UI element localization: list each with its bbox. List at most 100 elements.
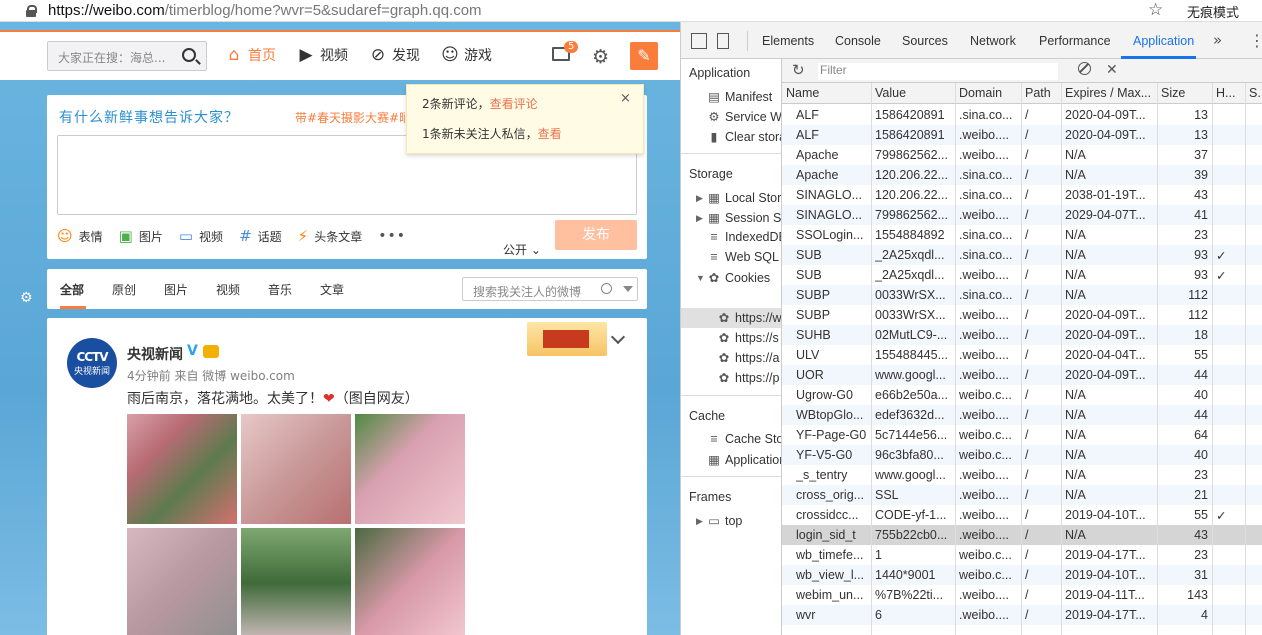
- post-photo[interactable]: [127, 528, 237, 635]
- more-vertical-icon[interactable]: ⋮: [1249, 31, 1262, 50]
- tool-image[interactable]: ▣ 图片: [119, 227, 163, 245]
- table-row[interactable]: SUB _2A25xqdl... .sina.co... / N/A 93 ✓: [782, 245, 1262, 265]
- device-toggle-icon[interactable]: [717, 33, 729, 49]
- table-row[interactable]: webim_un... %7B%22ti... .weibo.... / 2019-04…: [782, 585, 1262, 605]
- search-input[interactable]: 大家正在搜：海总...: [47, 41, 207, 71]
- nav-video[interactable]: ▶ 视频: [296, 45, 348, 65]
- tool-article[interactable]: ⚡ 头条文章: [298, 227, 363, 245]
- tab-videos[interactable]: 视频: [216, 281, 240, 298]
- compose-button[interactable]: ✎: [630, 42, 658, 70]
- sidebar-item-application-cache[interactable]: ▦ Application: [707, 452, 781, 467]
- sidebar-item-manifest[interactable]: ▤ Manifest: [707, 89, 772, 104]
- sidebar-item-session-storage[interactable]: ▦ Session St: [707, 210, 781, 225]
- column-header-value[interactable]: Value: [875, 86, 955, 100]
- tab-music[interactable]: 音乐: [268, 281, 292, 298]
- view-messages-link[interactable]: 查看: [538, 127, 562, 141]
- table-row[interactable]: SUBP 0033WrSX... .sina.co... / N/A 112: [782, 285, 1262, 305]
- table-row[interactable]: Apache 120.206.22... .sina.co... / N/A 39: [782, 165, 1262, 185]
- close-icon[interactable]: ×: [620, 91, 631, 106]
- column-header-path[interactable]: Path: [1025, 86, 1057, 100]
- sidebar-item-cookie-origin[interactable]: ✿ https://w: [717, 310, 781, 325]
- nav-discover[interactable]: ⊘ 发现: [368, 45, 420, 65]
- url-text[interactable]: https://weibo.com/timerblog/home?wvr=5&s…: [48, 2, 482, 19]
- table-row[interactable]: WBtopGlo... edef3632d... .weibo.... / N/A 44: [782, 405, 1262, 425]
- tab-original[interactable]: 原创: [112, 281, 136, 298]
- chevron-right-icon[interactable]: ▶: [696, 516, 703, 527]
- sidebar-item-web-sql[interactable]: ≡ Web SQL: [707, 250, 779, 264]
- table-row[interactable]: Ugrow-G0 e66b2e50a... weibo.c... / N/A 40: [782, 385, 1262, 405]
- table-row[interactable]: SINAGLO... 120.206.22... .sina.co... / 2038-…: [782, 185, 1262, 205]
- column-header-httponly[interactable]: H...: [1216, 86, 1244, 100]
- table-row[interactable]: wvr 6 .weibo.... / 2019-04-17T... 4: [782, 605, 1262, 625]
- filter-input[interactable]: Filter: [818, 63, 1058, 80]
- post-photo[interactable]: [127, 414, 237, 524]
- tab-sources[interactable]: Sources: [902, 34, 948, 48]
- table-row[interactable]: cross_orig... SSL .weibo.... / N/A 21: [782, 485, 1262, 505]
- post-photo[interactable]: [355, 528, 465, 635]
- column-header-name[interactable]: Name: [786, 86, 866, 100]
- search-icon[interactable]: [601, 283, 612, 294]
- chevron-right-icon[interactable]: ▶: [696, 213, 703, 224]
- tool-topic[interactable]: # 话题: [239, 227, 282, 245]
- nav-home[interactable]: ⌂ 首页: [224, 45, 276, 65]
- table-row[interactable]: SSOLogin... 1554884892 .sina.co... / N/A 23: [782, 225, 1262, 245]
- browser-url-bar[interactable]: https://weibo.com/timerblog/home?wvr=5&s…: [0, 0, 1262, 22]
- post-photo[interactable]: [241, 414, 351, 524]
- sidebar-item-cookie-origin[interactable]: ✿ https://s: [717, 330, 779, 345]
- table-row[interactable]: UOR www.googl... .weibo.... / 2020-04-09T...…: [782, 365, 1262, 385]
- search-icon[interactable]: [182, 48, 196, 62]
- sidebar-item-cookie-origin[interactable]: ✿ https://p: [717, 370, 780, 385]
- sidebar-item-cookie-origin[interactable]: ✿ https://a: [717, 350, 780, 365]
- tab-performance[interactable]: Performance: [1039, 34, 1111, 48]
- table-row[interactable]: Apache 799862562... .weibo.... / N/A 37: [782, 145, 1262, 165]
- table-row[interactable]: crossidcc... CODE-yf-1... .weibo.... / 2019-…: [782, 505, 1262, 525]
- tab-elements[interactable]: Elements: [762, 34, 814, 48]
- chevron-right-icon[interactable]: »: [1213, 31, 1222, 49]
- chevron-down-icon[interactable]: [623, 286, 633, 292]
- sidebar-item-frame-top[interactable]: ▭ top: [707, 513, 742, 528]
- table-row[interactable]: _s_tentry www.googl... .weibo.... / N/A 23: [782, 465, 1262, 485]
- tab-console[interactable]: Console: [835, 34, 881, 48]
- chevron-down-icon[interactable]: ▼: [696, 273, 705, 283]
- sidebar-item-cookies[interactable]: ✿ Cookies: [707, 270, 770, 285]
- column-header-secure[interactable]: S.: [1249, 86, 1262, 100]
- table-row[interactable]: wb_view_l... 1440*9001 weibo.c... / 2019-04-…: [782, 565, 1262, 585]
- tab-images[interactable]: 图片: [164, 281, 188, 298]
- tab-articles[interactable]: 文章: [320, 281, 344, 298]
- table-row[interactable]: SUB _2A25xqdl... .weibo.... / N/A 93 ✓: [782, 265, 1262, 285]
- sidebar-item-indexeddb[interactable]: ≡ IndexedDE: [707, 230, 781, 244]
- sidebar-item-cache-storage[interactable]: ≡ Cache Sto: [707, 432, 781, 446]
- gear-icon[interactable]: ⚙: [20, 290, 33, 306]
- visibility-select[interactable]: 公开 ⌄: [503, 241, 541, 258]
- tool-emoji[interactable]: ☺ 表情: [57, 227, 103, 245]
- chevron-right-icon[interactable]: ▶: [696, 193, 703, 204]
- tab-all[interactable]: 全部: [60, 281, 84, 298]
- table-row[interactable]: ALF 1586420891 .sina.co... / 2020-04-09T... 1…: [782, 105, 1262, 125]
- tab-network[interactable]: Network: [970, 34, 1016, 48]
- sidebar-item-clear-storage[interactable]: ▮ Clear stora: [707, 129, 781, 144]
- nav-games[interactable]: ☺ 游戏: [440, 45, 492, 65]
- column-header-domain[interactable]: Domain: [959, 86, 1021, 100]
- tool-video[interactable]: ▭ 视频: [179, 227, 223, 245]
- column-header-expires[interactable]: Expires / Max...: [1065, 86, 1155, 100]
- bookmark-star-icon[interactable]: ☆: [1148, 0, 1163, 20]
- feed-search-input[interactable]: 搜索我关注人的微博: [462, 277, 638, 301]
- table-row[interactable]: SUBP 0033WrSX... .weibo.... / 2020-04-09T...…: [782, 305, 1262, 325]
- table-row[interactable]: ALF 1586420891 .weibo.... / 2020-04-09T... 13: [782, 125, 1262, 145]
- avatar[interactable]: CCTV 央视新闻: [67, 338, 117, 388]
- table-row[interactable]: wb_timefe... 1 weibo.c... / 2019-04-17T... 23: [782, 545, 1262, 565]
- table-row[interactable]: YF-Page-G0 5c7144e56... weibo.c... / N/A 64: [782, 425, 1262, 445]
- table-row[interactable]: SUHB 02MutLC9-... .weibo.... / 2020-04-09T..…: [782, 325, 1262, 345]
- close-icon[interactable]: ✕: [1106, 61, 1118, 78]
- table-row[interactable]: ULV 155488445... .weibo.... / 2020-04-04T...…: [782, 345, 1262, 365]
- column-header-size[interactable]: Size: [1161, 86, 1211, 100]
- table-row[interactable]: YF-V5-G0 96c3bfa80... weibo.c... / N/A 40: [782, 445, 1262, 465]
- post-photo[interactable]: [355, 414, 465, 524]
- table-row[interactable]: SINAGLO... 799862562... .weibo.... / 2029-04…: [782, 205, 1262, 225]
- view-comments-link[interactable]: 查看评论: [490, 97, 538, 111]
- post-photo[interactable]: [241, 528, 351, 635]
- hot-topic-link[interactable]: 带#春天摄影大赛#晒: [295, 109, 405, 126]
- chevron-down-icon[interactable]: [610, 329, 626, 345]
- post-username[interactable]: 央视新闻: [127, 344, 183, 364]
- publish-button[interactable]: 发布: [555, 220, 637, 250]
